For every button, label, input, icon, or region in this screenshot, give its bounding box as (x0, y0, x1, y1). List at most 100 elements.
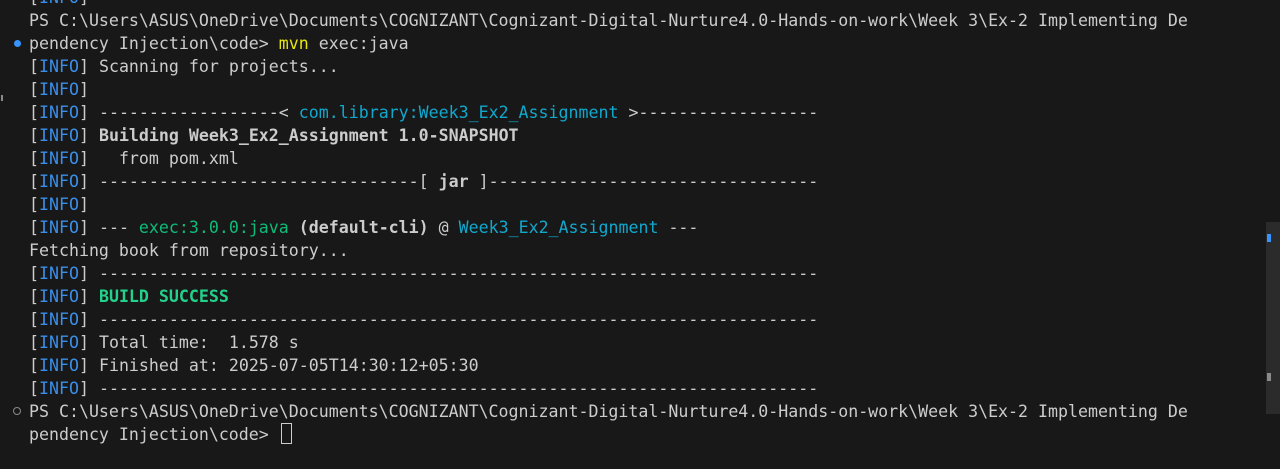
terminal-line: PS C:\Users\ASUS\OneDrive\Documents\COGN… (29, 9, 1261, 32)
info-bracket-close: ] (78, 333, 89, 352)
prompt-path: pendency Injection\code> (29, 425, 279, 444)
info-label: INFO (39, 264, 79, 283)
info-label: INFO (39, 126, 79, 145)
command-args: exec:java (308, 34, 409, 53)
terminal-line: pendency Injection\code> mvn exec:java (29, 32, 1261, 55)
info-bracket-open: [ (29, 149, 39, 168)
terminal-line: [INFO] Total time: 1.578 s (29, 331, 1261, 354)
info-label: INFO (39, 57, 79, 76)
info-text: Scanning for projects... (88, 57, 339, 76)
build-success-text: BUILD SUCCESS (88, 287, 229, 306)
command-success-dot-icon[interactable] (14, 40, 21, 47)
info-label: INFO (39, 218, 79, 237)
terminal-line: [INFO] Building Week3_Ex2_Assignment 1.0… (29, 124, 1261, 147)
project-name: Week3_Ex2_Assignment (458, 218, 659, 237)
info-label: INFO (39, 80, 79, 99)
separator-text: ------------------< (88, 103, 299, 122)
overview-ruler-mark-icon (1267, 373, 1271, 381)
info-label: INFO (39, 356, 79, 375)
separator-text: ]--------------------------------- (468, 172, 819, 191)
packaging-type: jar (438, 172, 469, 191)
info-bracket-open: [ (29, 195, 39, 214)
terminal-line: [INFO] --- exec:3.0.0:java (default-cli)… (29, 216, 1261, 239)
info-label: INFO (39, 195, 79, 214)
info-bracket-open: [ (29, 57, 39, 76)
at-text: @ (428, 218, 459, 237)
info-bracket-open: [ (29, 172, 39, 191)
info-label: INFO (39, 103, 79, 122)
terminal-output: [INFO]PS C:\Users\ASUS\OneDrive\Document… (29, 0, 1261, 446)
info-bracket-close: ] (78, 80, 89, 99)
info-bracket-open: [ (29, 310, 39, 329)
terminal-line: [INFO] (29, 193, 1261, 216)
program-output: Fetching book from repository... (29, 241, 349, 260)
prompt-path: pendency Injection\code> (29, 34, 279, 53)
terminal-line: Fetching book from repository... (29, 239, 1261, 262)
overview-ruler-mark-icon (1267, 234, 1271, 242)
terminal-line: [INFO] ---------------------------------… (29, 377, 1261, 400)
info-bracket-close: ] (78, 57, 89, 76)
info-bracket-close: ] (78, 126, 89, 145)
command-pending-circle-icon[interactable] (13, 407, 21, 415)
info-bracket-open: [ (29, 0, 39, 7)
info-bracket-open: [ (29, 356, 39, 375)
command-name: mvn (278, 34, 309, 53)
info-bracket-close: ] (78, 356, 89, 375)
terminal-line: pendency Injection\code> (29, 423, 1261, 446)
execution-id: (default-cli) (288, 218, 429, 237)
info-bracket-close: ] (78, 310, 89, 329)
info-bracket-open: [ (29, 333, 39, 352)
info-label: INFO (39, 0, 79, 7)
artifact-id: com.library:Week3_Ex2_Assignment (298, 103, 619, 122)
info-bracket-close: ] (78, 172, 89, 191)
terminal-line: [INFO] ---------------------------------… (29, 308, 1261, 331)
scrollbar-thumb[interactable] (1266, 222, 1280, 414)
terminal-line: [INFO] (29, 78, 1261, 101)
terminal-line: [INFO] Finished at: 2025-07-05T14:30:12+… (29, 354, 1261, 377)
gutter-tick-icon (1, 95, 3, 101)
info-bracket-open: [ (29, 287, 39, 306)
info-label: INFO (39, 333, 79, 352)
info-text: Total time: 1.578 s (88, 333, 299, 352)
info-bracket-close: ] (78, 195, 89, 214)
terminal-line: [INFO] Scanning for projects... (29, 55, 1261, 78)
info-bracket-close: ] (78, 264, 89, 283)
terminal-line: [INFO] --------------------------------[… (29, 170, 1261, 193)
terminal-line: [INFO] from pom.xml (29, 147, 1261, 170)
info-bracket-close: ] (78, 379, 89, 398)
info-label: INFO (39, 379, 79, 398)
info-bracket-open: [ (29, 80, 39, 99)
terminal-line: PS C:\Users\ASUS\OneDrive\Documents\COGN… (29, 400, 1261, 423)
separator-text: --------------------------------[ (88, 172, 439, 191)
info-label: INFO (39, 310, 79, 329)
info-bracket-close: ] (78, 103, 89, 122)
info-bracket-open: [ (29, 103, 39, 122)
info-text: ----------------------------------------… (88, 264, 819, 283)
info-bracket-close: ] (78, 287, 89, 306)
prompt-path: PS C:\Users\ASUS\OneDrive\Documents\COGN… (29, 402, 1188, 421)
terminal-line: [INFO] ---------------------------------… (29, 262, 1261, 285)
terminal-line: [INFO] BUILD SUCCESS (29, 285, 1261, 308)
separator-text: >------------------ (618, 103, 819, 122)
info-text: ----------------------------------------… (88, 379, 819, 398)
terminal-line: [INFO] ------------------< com.library:W… (29, 101, 1261, 124)
info-bracket-open: [ (29, 264, 39, 283)
info-text: from pom.xml (88, 149, 239, 168)
info-label: INFO (39, 149, 79, 168)
info-label: INFO (39, 287, 79, 306)
info-text: Finished at: 2025-07-05T14:30:12+05:30 (88, 356, 479, 375)
info-bracket-close: ] (79, 0, 89, 7)
info-bracket-open: [ (29, 379, 39, 398)
separator-text: --- (658, 218, 699, 237)
info-bracket-open: [ (29, 218, 39, 237)
prompt-path: PS C:\Users\ASUS\OneDrive\Documents\COGN… (29, 11, 1188, 30)
terminal-cursor[interactable] (280, 423, 292, 444)
terminal-line: [INFO] (29, 0, 1261, 9)
terminal-panel[interactable]: [INFO]PS C:\Users\ASUS\OneDrive\Document… (0, 0, 1280, 469)
info-bracket-close: ] (78, 218, 89, 237)
info-bracket-close: ] (78, 149, 89, 168)
separator-text: --- (88, 218, 139, 237)
info-label: INFO (39, 172, 79, 191)
info-text: ----------------------------------------… (88, 310, 819, 329)
info-bracket-open: [ (29, 126, 39, 145)
